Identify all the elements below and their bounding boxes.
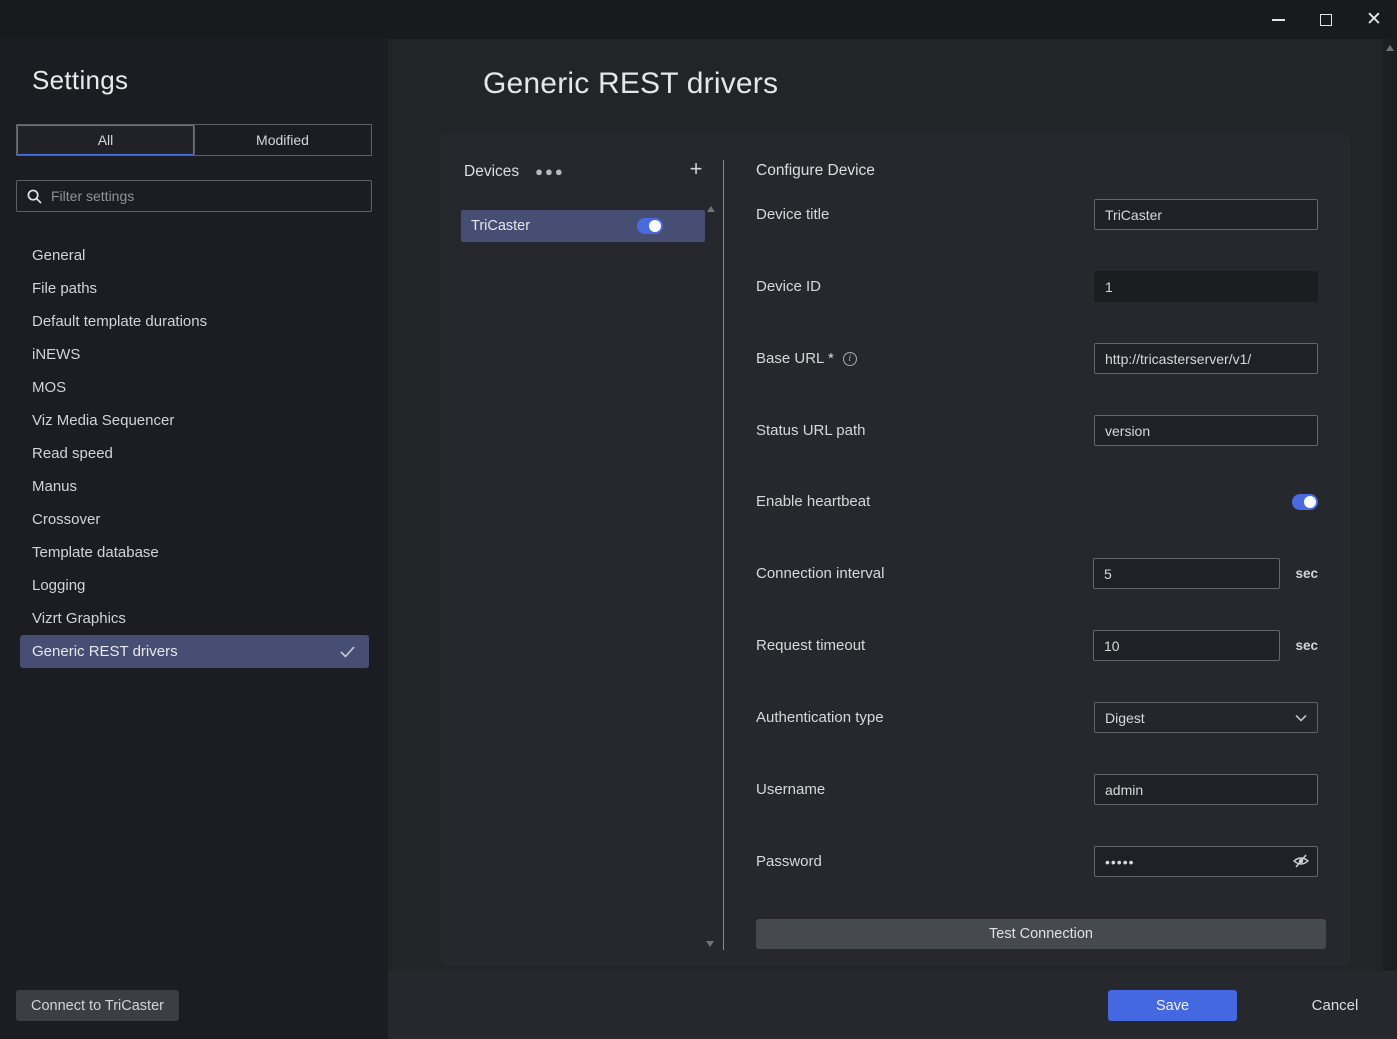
sidebar-item-generic-rest-drivers[interactable]: Generic REST drivers — [20, 635, 369, 668]
heartbeat-label: Enable heartbeat — [756, 493, 870, 510]
device-title-row: Device title — [756, 199, 1318, 230]
auth-type-label: Authentication type — [756, 709, 884, 726]
device-id-row: Device ID — [756, 271, 1318, 302]
device-list-scroll-up-icon[interactable] — [707, 206, 715, 212]
save-button[interactable]: Save — [1108, 990, 1237, 1021]
password-input[interactable] — [1094, 846, 1318, 877]
connection-interval-input[interactable] — [1093, 558, 1280, 589]
username-input[interactable] — [1094, 774, 1318, 805]
add-device-button[interactable]: + — [684, 157, 708, 181]
password-label: Password — [756, 853, 822, 870]
connection-interval-row: Connection interval sec — [756, 558, 1318, 589]
window-controls: ✕ — [1261, 0, 1391, 39]
heartbeat-toggle[interactable] — [1292, 494, 1318, 510]
auth-type-select[interactable]: Digest — [1094, 702, 1318, 733]
auth-type-value: Digest — [1105, 710, 1145, 726]
status-url-row: Status URL path — [756, 415, 1318, 446]
auth-type-row: Authentication type Digest — [756, 702, 1318, 733]
device-list: TriCaster — [461, 210, 705, 242]
eye-slash-icon[interactable] — [1292, 853, 1310, 869]
connection-interval-label: Connection interval — [756, 565, 884, 582]
sidebar-item-crossover[interactable]: Crossover — [0, 503, 388, 536]
device-id-label: Device ID — [756, 278, 821, 295]
page-title: Generic REST drivers — [483, 67, 778, 101]
window-titlebar: ✕ — [0, 0, 1397, 39]
devices-header: Devices ●●● — [464, 163, 565, 181]
ellipsis-icon[interactable]: ●●● — [535, 167, 565, 177]
filter-settings-box — [16, 180, 372, 212]
heartbeat-row: Enable heartbeat — [756, 486, 1318, 517]
username-row: Username — [756, 774, 1318, 805]
sidebar-item-general[interactable]: General — [0, 239, 388, 272]
status-url-label: Status URL path — [756, 422, 866, 439]
username-label: Username — [756, 781, 825, 798]
sidebar-item-inews[interactable]: iNEWS — [0, 338, 388, 371]
sidebar-item-logging[interactable]: Logging — [0, 569, 388, 602]
sidebar-item-default-template-durations[interactable]: Default template durations — [0, 305, 388, 338]
footer-action-bar: Save Cancel — [388, 971, 1397, 1039]
device-enabled-toggle[interactable] — [637, 218, 663, 234]
request-timeout-input[interactable] — [1093, 630, 1280, 661]
status-url-input[interactable] — [1094, 415, 1318, 446]
request-timeout-label: Request timeout — [756, 637, 865, 654]
sidebar-item-vizrt-graphics[interactable]: Vizrt Graphics — [0, 602, 388, 635]
tab-all[interactable]: All — [17, 125, 194, 155]
sidebar-item-mos[interactable]: MOS — [0, 371, 388, 404]
base-url-input[interactable] — [1094, 343, 1318, 374]
scroll-up-icon[interactable] — [1386, 45, 1394, 51]
sidebar-item-viz-media-sequencer[interactable]: Viz Media Sequencer — [0, 404, 388, 437]
device-title-label: Device title — [756, 206, 829, 223]
check-icon — [340, 646, 355, 658]
device-item-tricaster[interactable]: TriCaster — [461, 210, 705, 242]
tab-modified[interactable]: Modified — [194, 125, 371, 155]
settings-sidebar: Settings AllModified General File paths … — [0, 39, 388, 1039]
settings-category-list: General File paths Default template dura… — [0, 239, 388, 668]
base-url-row: Base URL * i — [756, 343, 1318, 374]
devices-column: Devices ●●● + TriCaster — [440, 133, 723, 967]
device-title-input[interactable] — [1094, 199, 1318, 230]
base-url-label: Base URL * — [756, 350, 834, 367]
devices-header-label: Devices — [464, 163, 519, 181]
minimize-icon[interactable] — [1261, 5, 1295, 35]
close-icon[interactable]: ✕ — [1357, 5, 1391, 35]
search-icon — [27, 189, 42, 204]
sidebar-item-file-paths[interactable]: File paths — [0, 272, 388, 305]
configure-device-title: Configure Device — [756, 162, 875, 180]
cancel-button[interactable]: Cancel — [1265, 990, 1397, 1021]
settings-filter-tabs: AllModified — [16, 124, 372, 156]
sidebar-title: Settings — [32, 65, 128, 96]
device-list-scroll-down-icon[interactable] — [706, 941, 714, 947]
chevron-down-icon — [1295, 714, 1307, 722]
main-content: Generic REST drivers Devices ●●● + TriCa… — [388, 39, 1397, 1039]
main-scrollbar[interactable] — [1383, 39, 1397, 971]
configure-device-column: Configure Device Device title Device ID … — [723, 133, 1350, 967]
maximize-icon[interactable] — [1309, 5, 1343, 35]
test-connection-button[interactable]: Test Connection — [756, 919, 1326, 949]
rest-drivers-panel: Devices ●●● + TriCaster Configure Device… — [440, 133, 1350, 967]
sidebar-item-template-database[interactable]: Template database — [0, 536, 388, 569]
request-timeout-unit: sec — [1295, 638, 1318, 653]
info-icon[interactable]: i — [843, 352, 857, 366]
connect-to-tricaster-button[interactable]: Connect to TriCaster — [16, 990, 179, 1021]
filter-settings-input[interactable] — [51, 188, 361, 204]
connection-interval-unit: sec — [1295, 566, 1318, 581]
device-id-field — [1094, 271, 1318, 302]
sidebar-item-manus[interactable]: Manus — [0, 470, 388, 503]
plus-icon: + — [690, 156, 703, 182]
sidebar-item-read-speed[interactable]: Read speed — [0, 437, 388, 470]
password-row: Password — [756, 846, 1318, 877]
request-timeout-row: Request timeout sec — [756, 630, 1318, 661]
